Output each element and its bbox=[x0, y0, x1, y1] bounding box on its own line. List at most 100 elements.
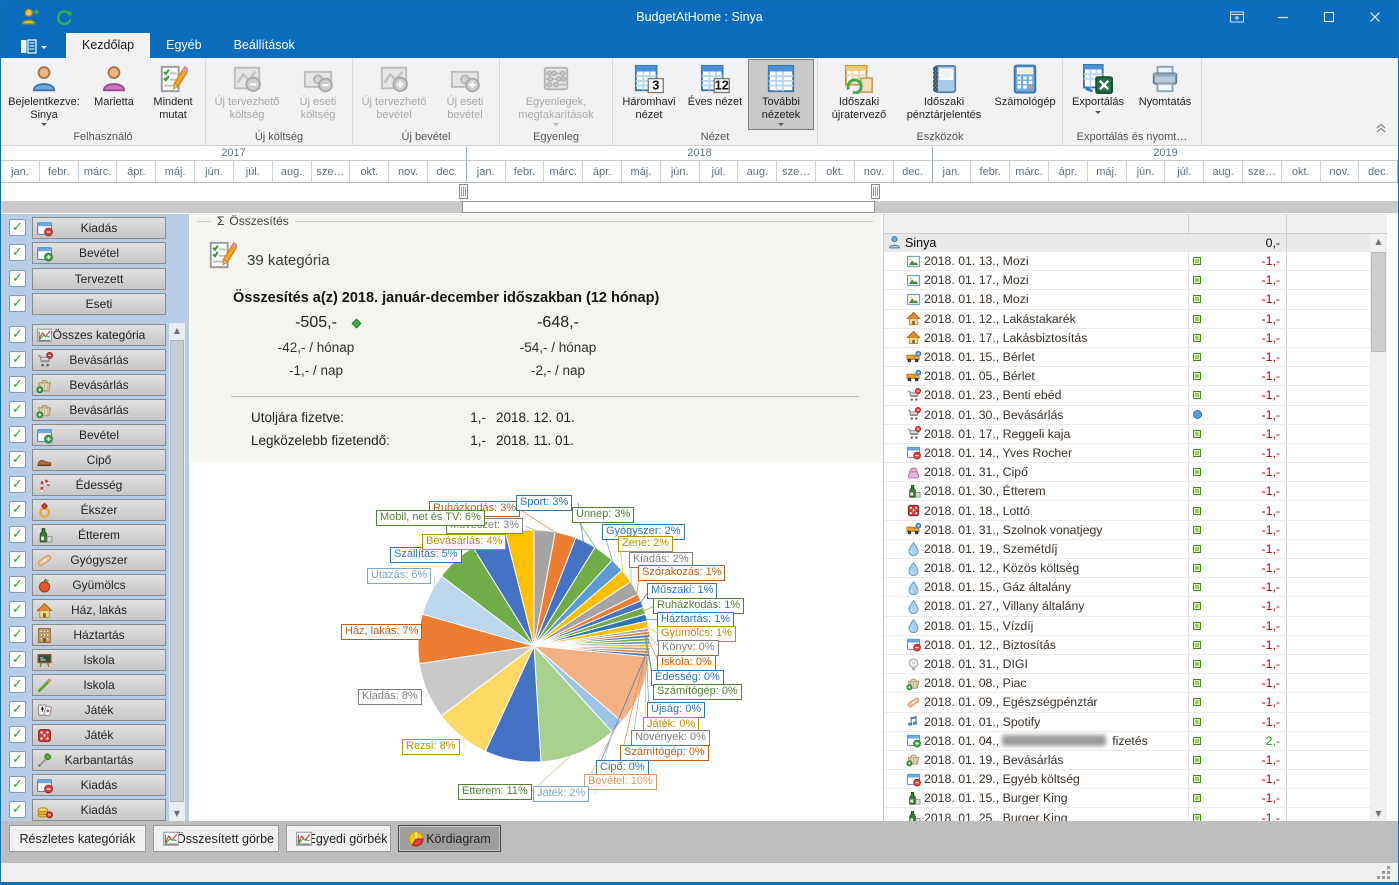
category-button-kiadás[interactable]: Kiadás bbox=[32, 774, 166, 796]
category-button-játék[interactable]: Játék bbox=[32, 724, 166, 746]
month-cell-2018-3[interactable]: márc. bbox=[544, 161, 583, 183]
year-cell-2018[interactable]: 2018 bbox=[467, 146, 933, 161]
month-cell-2017-3[interactable]: márc. bbox=[79, 161, 118, 183]
category-checkbox[interactable]: ✓ bbox=[9, 501, 26, 518]
transaction-row[interactable]: 2018. 01. 30., Étterem-1,- bbox=[884, 482, 1370, 501]
transaction-row[interactable]: 2018. 01. 31., Szolnok vonatjegy-1,- bbox=[884, 521, 1370, 540]
month-cell-2018-6[interactable]: jún. bbox=[661, 161, 700, 183]
month-cell-2017-5[interactable]: máj. bbox=[156, 161, 195, 183]
transaction-scrollbar[interactable]: ▲▼ bbox=[1370, 234, 1387, 821]
chart-tab-összesített-görbe[interactable]: Összesített görbe bbox=[153, 825, 279, 852]
category-checkbox[interactable]: ✓ bbox=[9, 426, 26, 443]
month-cell-2018-9[interactable]: sze… bbox=[777, 161, 816, 183]
scroll-up-icon[interactable]: ▲ bbox=[1370, 234, 1387, 249]
category-checkbox[interactable]: ✓ bbox=[9, 526, 26, 543]
year-cell-2019[interactable]: 2019 bbox=[933, 146, 1398, 161]
category-button-ház-lakás[interactable]: Ház, lakás bbox=[32, 599, 166, 621]
transaction-row[interactable]: 2018. 01. 31., DIGI-1,- bbox=[884, 655, 1370, 674]
ribbon-pin-button[interactable] bbox=[1214, 1, 1260, 33]
chart-tab-kördiagram[interactable]: Kördiagram bbox=[398, 825, 501, 852]
close-button[interactable] bbox=[1352, 1, 1398, 33]
month-cell-2017-1[interactable]: jan. bbox=[1, 161, 40, 183]
transaction-row[interactable]: 2018. 01. 19., Szemétdíj-1,- bbox=[884, 540, 1370, 559]
month-cell-2018-7[interactable]: júl. bbox=[700, 161, 739, 183]
month-cell-2017-12[interactable]: dec. bbox=[428, 161, 467, 183]
category-button-cipő[interactable]: Cipő bbox=[32, 449, 166, 471]
transaction-row[interactable]: 2018. 01. 31., Cipő-1,- bbox=[884, 463, 1370, 482]
category-button-kiadás[interactable]: Kiadás bbox=[32, 799, 166, 821]
ribbon-button-további-nézetek[interactable]: További nézetek bbox=[748, 59, 814, 130]
category-button-bevásárlás[interactable]: Bevásárlás bbox=[32, 349, 166, 371]
category-checkbox[interactable]: ✓ bbox=[9, 295, 26, 312]
category-button-karbantartás[interactable]: Karbantartás bbox=[32, 749, 166, 771]
owner-row[interactable]: Sinya0,- bbox=[884, 234, 1370, 252]
transaction-row[interactable]: 2018. 01. 15., Bérlet-1,- bbox=[884, 348, 1370, 367]
category-checkbox[interactable]: ✓ bbox=[9, 219, 26, 236]
category-checkbox[interactable]: ✓ bbox=[9, 651, 26, 668]
collapse-ribbon-icon[interactable] bbox=[1374, 121, 1388, 139]
month-cell-2018-5[interactable]: máj. bbox=[622, 161, 661, 183]
month-cell-2018-8[interactable]: aug. bbox=[738, 161, 777, 183]
range-grip-start[interactable] bbox=[459, 184, 468, 199]
category-button-háztartás[interactable]: Háztartás bbox=[32, 624, 166, 646]
transaction-scrollbar-thumb[interactable] bbox=[1371, 252, 1386, 352]
category-checkbox[interactable]: ✓ bbox=[9, 801, 26, 818]
category-checkbox[interactable]: ✓ bbox=[9, 626, 26, 643]
category-checkbox[interactable]: ✓ bbox=[9, 326, 26, 343]
transaction-row[interactable]: 2018. 01. 04., fizetés2,- bbox=[884, 732, 1370, 751]
category-button-eseti[interactable]: Eseti bbox=[32, 293, 166, 315]
month-cell-2017-4[interactable]: ápr. bbox=[117, 161, 156, 183]
category-button-összes-kategória[interactable]: Összes kategória bbox=[32, 324, 166, 346]
transaction-row[interactable]: 2018. 01. 15., Vízdíj-1,- bbox=[884, 617, 1370, 636]
month-cell-2017-2[interactable]: febr. bbox=[40, 161, 79, 183]
chart-tab-részletes-kategóriák[interactable]: Részletes kategóriák bbox=[9, 825, 146, 852]
ribbon-button-bejelentkezve-sinya[interactable]: Bejelentkezve: Sinya bbox=[4, 59, 84, 130]
category-checkbox[interactable]: ✓ bbox=[9, 451, 26, 468]
category-button-étterem[interactable]: Étterem bbox=[32, 524, 166, 546]
category-checkbox[interactable]: ✓ bbox=[9, 476, 26, 493]
ribbon-button-időszaki-újratervező[interactable]: Időszaki újratervező bbox=[821, 59, 897, 130]
category-button-iskola[interactable]: Iskola bbox=[32, 649, 166, 671]
month-cell-2019-6[interactable]: jún. bbox=[1127, 161, 1166, 183]
transaction-row[interactable]: 2018. 01. 30., Bevásárlás-1,- bbox=[884, 406, 1370, 425]
transaction-row[interactable]: 2018. 01. 12., Közös költség-1,- bbox=[884, 559, 1370, 578]
month-cell-2018-11[interactable]: nov. bbox=[855, 161, 894, 183]
month-cell-2018-12[interactable]: dec. bbox=[894, 161, 933, 183]
month-cell-2019-10[interactable]: okt. bbox=[1282, 161, 1321, 183]
ribbon-button-nyomtatás[interactable]: Nyomtatás bbox=[1132, 59, 1198, 130]
timeline-scrollbar-thumb[interactable] bbox=[462, 201, 875, 213]
month-cell-2019-8[interactable]: aug. bbox=[1204, 161, 1243, 183]
category-checkbox[interactable]: ✓ bbox=[9, 676, 26, 693]
category-button-ékszer[interactable]: Ékszer bbox=[32, 499, 166, 521]
minimize-button[interactable] bbox=[1260, 1, 1306, 33]
transaction-row[interactable]: 2018. 01. 19., Bevásárlás-1,- bbox=[884, 751, 1370, 770]
transaction-row[interactable]: 2018. 01. 09., Egészségpénztár-1,- bbox=[884, 693, 1370, 712]
month-cell-2019-4[interactable]: ápr. bbox=[1049, 161, 1088, 183]
app-menu-button[interactable] bbox=[7, 35, 59, 58]
range-grip-end[interactable] bbox=[871, 184, 880, 199]
chart-tab-egyedi-görbék[interactable]: Egyedi görbék bbox=[286, 825, 391, 852]
ribbon-button-időszaki-pénztárjelentés[interactable]: Időszaki pénztárjelentés bbox=[899, 59, 989, 130]
ribbon-button-számológép[interactable]: Számológép bbox=[991, 59, 1059, 130]
transaction-row[interactable]: 2018. 01. 05., Bérlet-1,- bbox=[884, 367, 1370, 386]
month-cell-2018-2[interactable]: febr. bbox=[506, 161, 545, 183]
ribbon-tab-beállítások[interactable]: Beállítások bbox=[218, 33, 311, 58]
timeline-scrollbar[interactable] bbox=[1, 201, 1398, 213]
category-checkbox[interactable]: ✓ bbox=[9, 576, 26, 593]
category-checkbox[interactable]: ✓ bbox=[9, 601, 26, 618]
month-cell-2019-5[interactable]: máj. bbox=[1088, 161, 1127, 183]
category-button-gyümölcs[interactable]: Gyümölcs bbox=[32, 574, 166, 596]
month-cell-2017-8[interactable]: aug. bbox=[273, 161, 312, 183]
scroll-down-icon[interactable]: ▼ bbox=[1370, 806, 1387, 821]
month-cell-2017-10[interactable]: okt. bbox=[350, 161, 389, 183]
category-checkbox[interactable]: ✓ bbox=[9, 376, 26, 393]
transaction-row[interactable]: 2018. 01. 18., Mozi-1,- bbox=[884, 290, 1370, 309]
maximize-button[interactable] bbox=[1306, 1, 1352, 33]
category-button-játék[interactable]: Játék bbox=[32, 699, 166, 721]
transaction-row[interactable]: 2018. 01. 27., Villany általány-1,- bbox=[884, 597, 1370, 616]
scroll-up-icon[interactable]: ▲ bbox=[169, 323, 185, 338]
month-cell-2019-11[interactable]: nov. bbox=[1321, 161, 1360, 183]
ribbon-button-éves-nézet[interactable]: 12Éves nézet bbox=[684, 59, 746, 130]
transaction-row[interactable]: 2018. 01. 01., Spotify-1,- bbox=[884, 713, 1370, 732]
month-cell-2019-7[interactable]: júl. bbox=[1165, 161, 1204, 183]
